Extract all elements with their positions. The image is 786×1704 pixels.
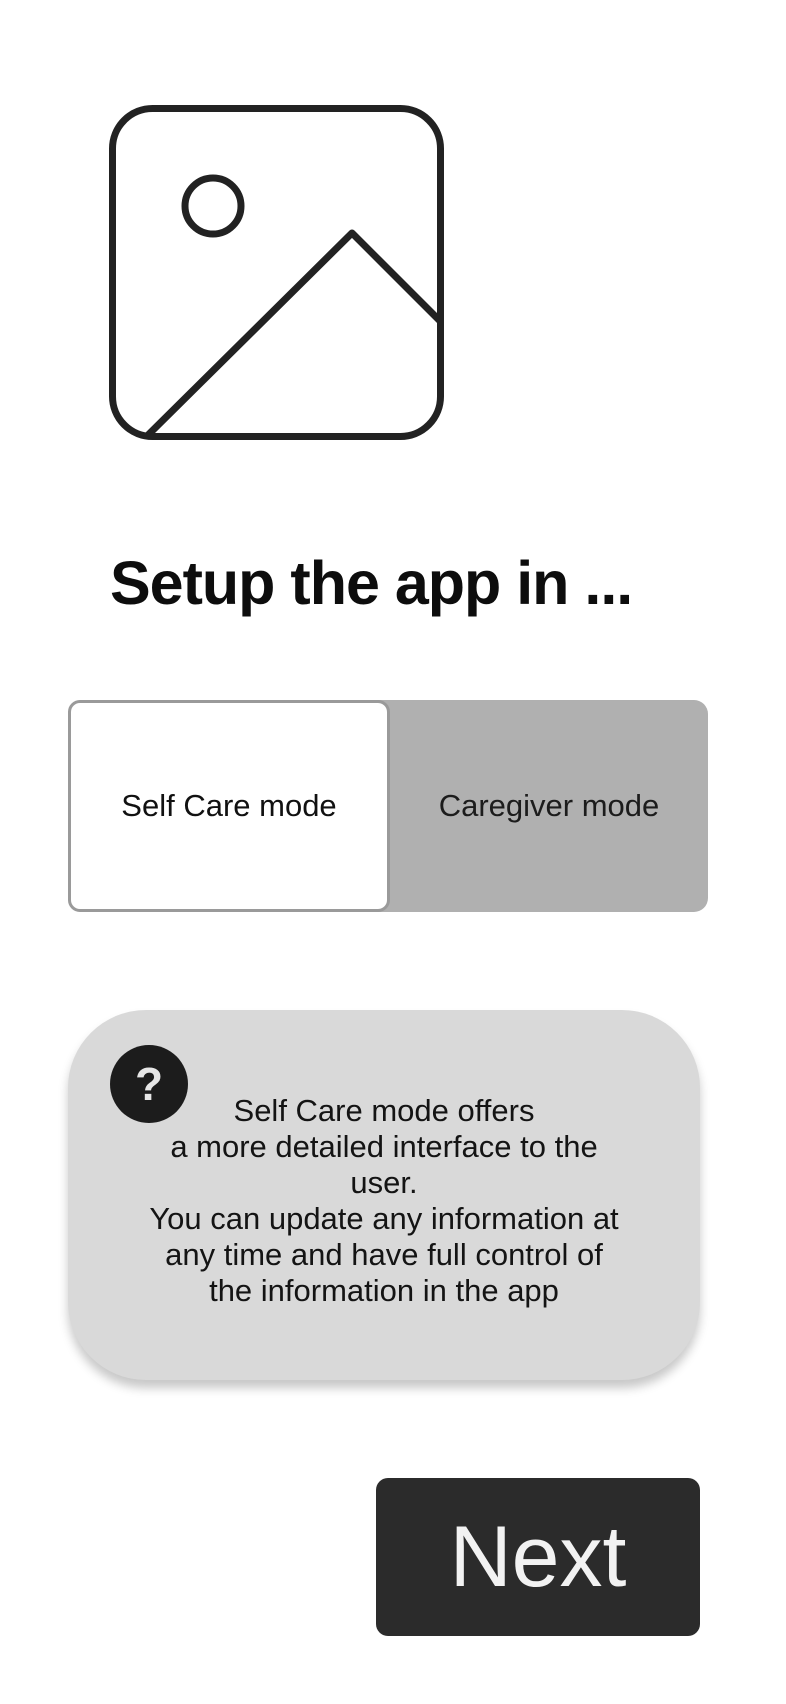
info-description: Self Care mode offers a more detailed in… bbox=[98, 1093, 670, 1309]
mode-toggle: Self Care mode Caregiver mode bbox=[68, 700, 708, 912]
info-line: any time and have full control of bbox=[165, 1237, 603, 1272]
info-line: Self Care mode offers bbox=[233, 1093, 535, 1128]
caregiver-mode-option[interactable]: Caregiver mode bbox=[390, 700, 708, 912]
self-care-mode-option[interactable]: Self Care mode bbox=[68, 700, 390, 912]
image-placeholder-icon bbox=[109, 105, 444, 440]
next-button[interactable]: Next bbox=[376, 1478, 700, 1636]
info-line: the information in the app bbox=[209, 1273, 559, 1308]
info-line: user. bbox=[350, 1165, 418, 1200]
page-title: Setup the app in ... bbox=[110, 549, 633, 617]
info-line: You can update any information at bbox=[149, 1201, 619, 1236]
info-line: a more detailed interface to the bbox=[170, 1129, 598, 1164]
info-card: ? Self Care mode offers a more detailed … bbox=[68, 1010, 700, 1380]
